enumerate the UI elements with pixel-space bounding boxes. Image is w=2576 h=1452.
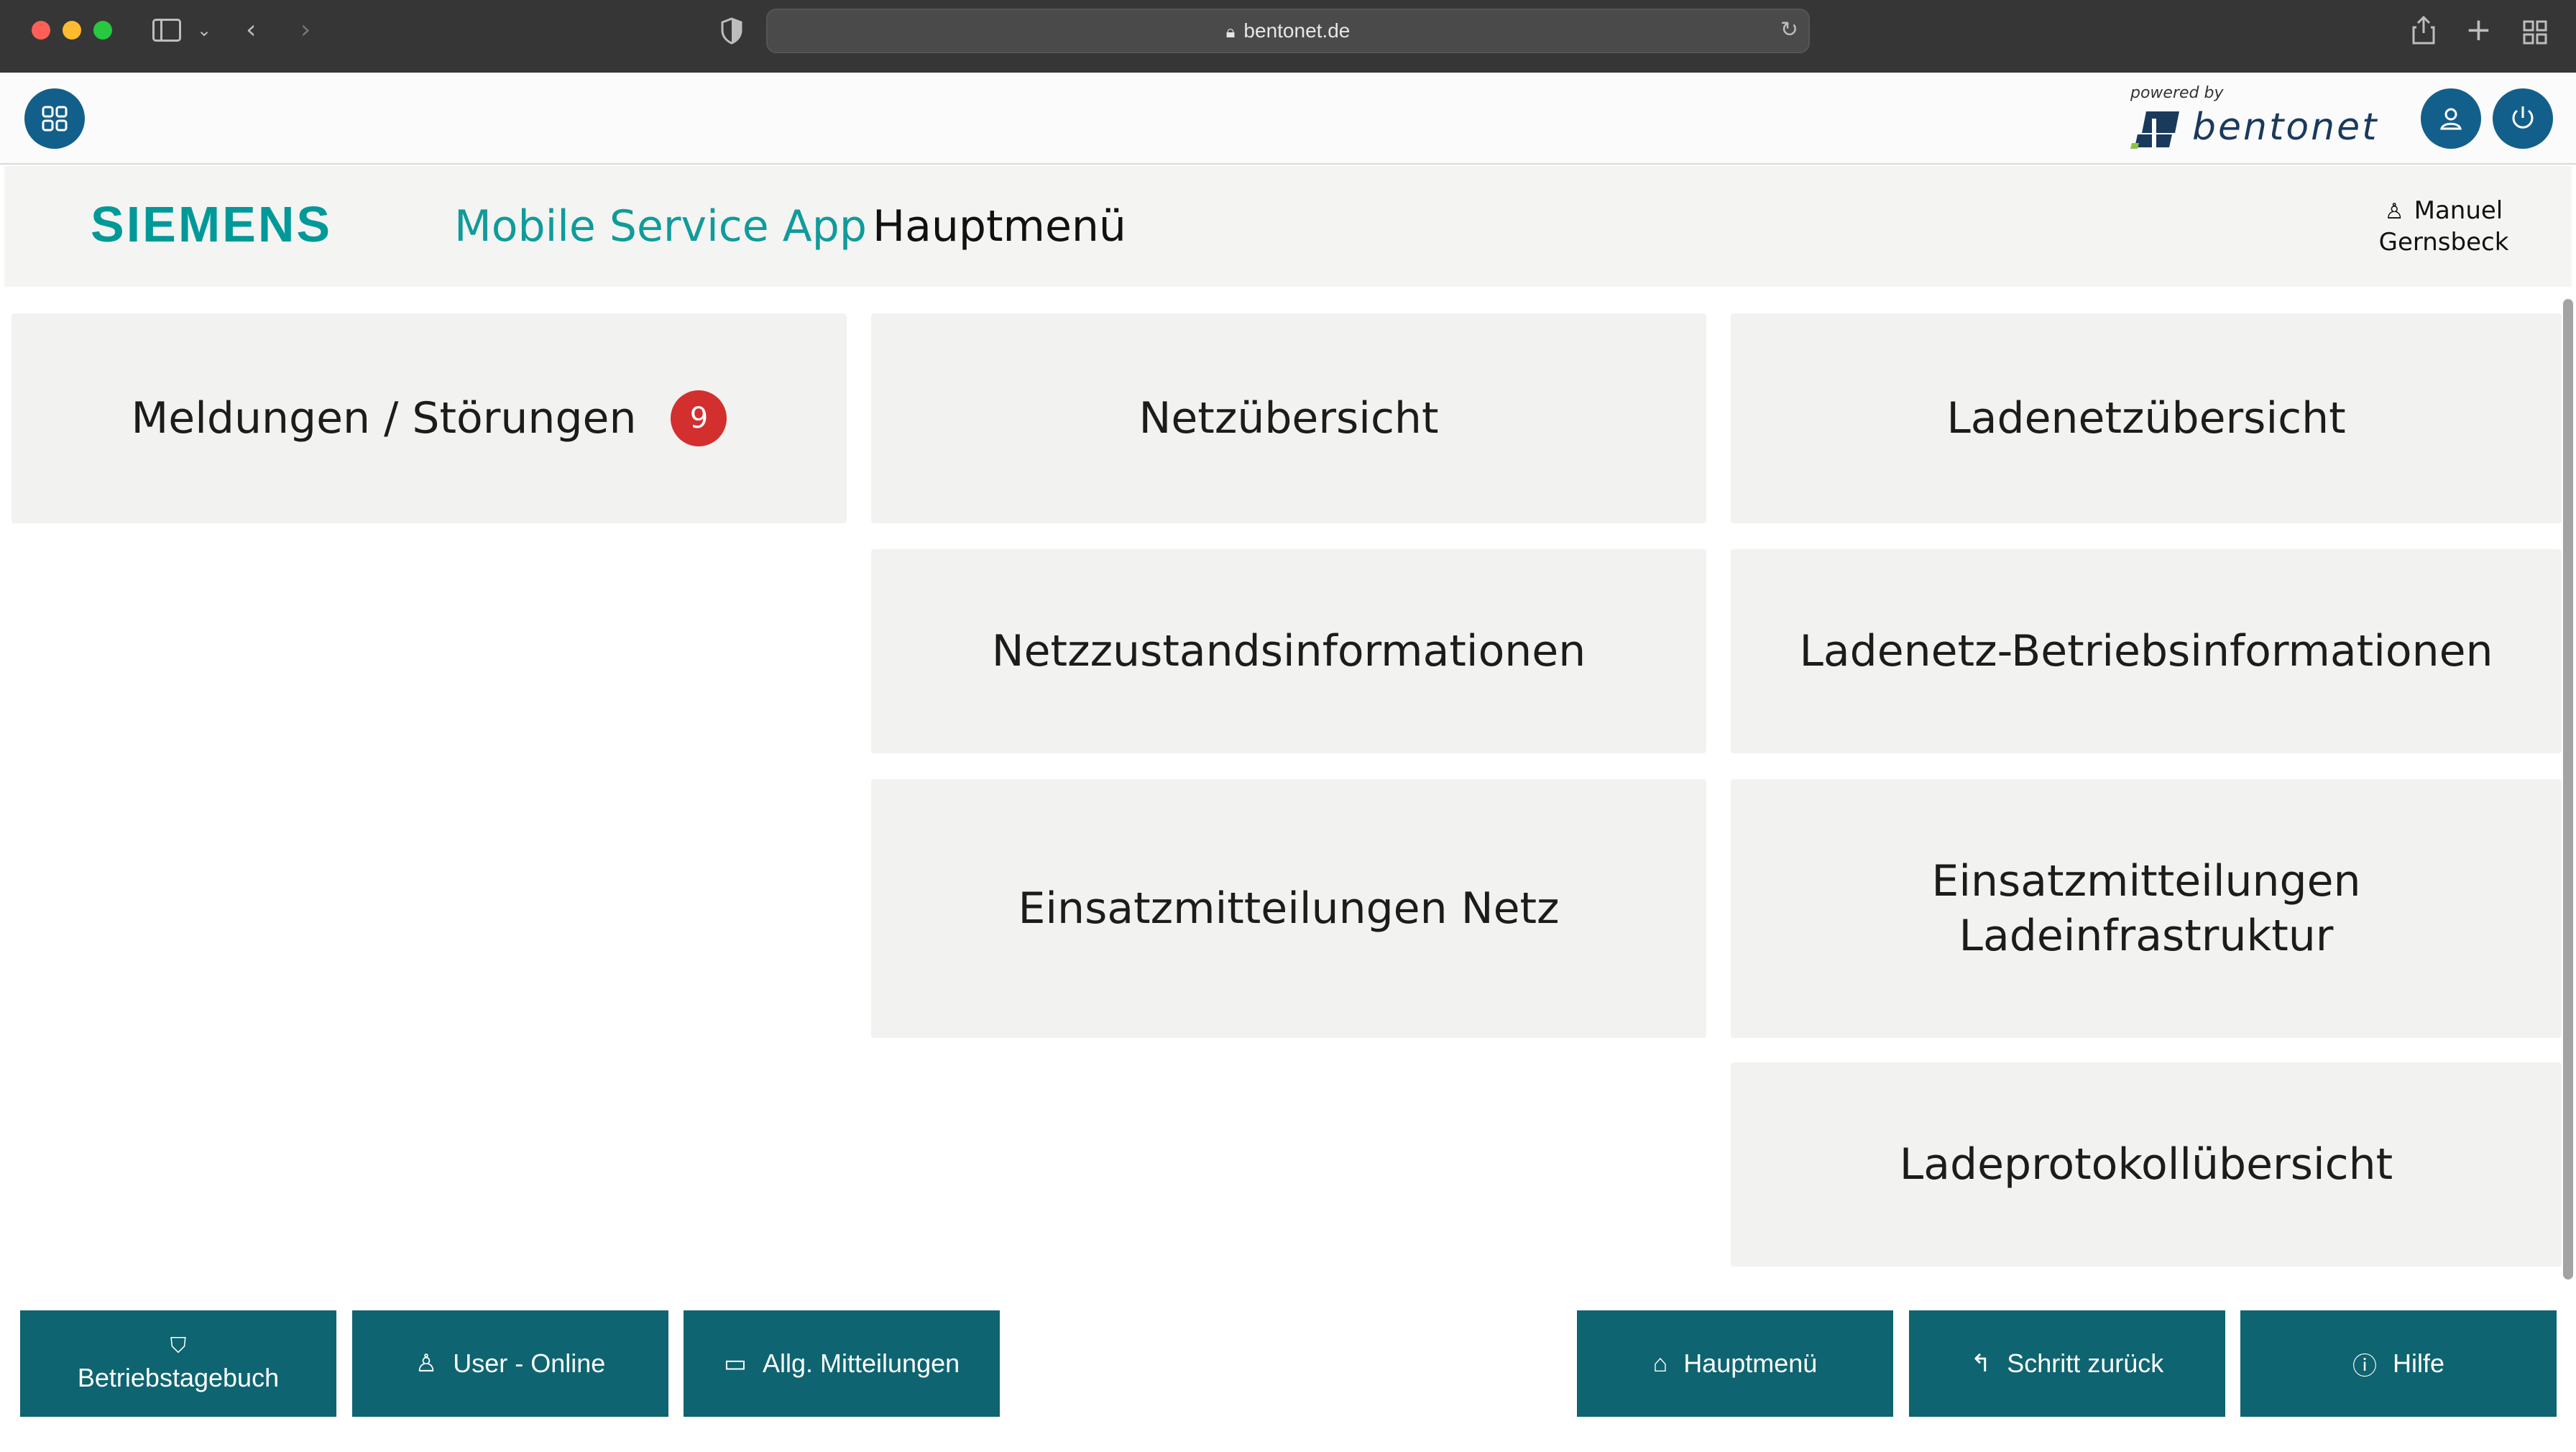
tile-ladeprotokolluebersicht[interactable]: Ladeprotokollübersicht [1731, 1062, 2562, 1267]
lock-icon: 🔒︎ [1225, 22, 1236, 42]
title-bar [4, 166, 2572, 287]
help-circle-icon: ⓘ [2352, 1352, 2377, 1380]
chat-bubble-icon: ▭ [723, 1350, 747, 1377]
chevron-down-icon[interactable]: ⌄ [197, 14, 211, 46]
tile-einsatzmitteilungen-ladeinfrastruktur[interactable]: Einsatzmitteilungen Ladeinfrastruktur [1731, 779, 2562, 1038]
profile-button[interactable] [2421, 88, 2481, 149]
user-icon [2440, 108, 2462, 130]
logout-button[interactable] [2493, 88, 2553, 149]
hauptmenue-button[interactable]: ⌂ Hauptmenü [1577, 1310, 1893, 1417]
bentonet-logo: bentonet [2130, 106, 2418, 152]
tile-meldungen-stoerungen[interactable]: Meldungen / Störungen 9 [12, 313, 847, 523]
power-icon [2512, 106, 2534, 129]
tile-ladenetz-betriebsinformationen[interactable]: Ladenetz-Betriebsinformationen [1731, 549, 2562, 753]
betriebstagebuch-button[interactable]: ⛉ Betriebstagebuch [20, 1310, 336, 1417]
tile-einsatzmitteilungen-netz[interactable]: Einsatzmitteilungen Netz [871, 779, 1706, 1038]
hilfe-button[interactable]: ⓘ Hilfe [2240, 1310, 2557, 1417]
forward-arrow-icon[interactable]: › [300, 14, 310, 46]
current-user[interactable]: ♙ Manuel Gernsbeck [2365, 196, 2523, 257]
close-window-button[interactable] [32, 21, 50, 40]
back-arrow-icon[interactable]: ‹ [246, 14, 256, 46]
return-arrow-icon: ↰ [1970, 1350, 1992, 1377]
apps-grid-icon [42, 106, 68, 132]
apps-grid-button[interactable] [24, 88, 85, 149]
app-header: powered by bentonet [0, 73, 2576, 165]
tile-ladenetzuebersicht[interactable]: Ladenetzübersicht [1731, 313, 2562, 523]
maximize-window-button[interactable] [93, 21, 112, 40]
app-name: Mobile Service App [454, 201, 867, 252]
powered-by-label: powered by [2130, 84, 2224, 102]
plus-icon[interactable]: + [2465, 14, 2492, 46]
minimize-window-button[interactable] [63, 21, 81, 40]
reload-icon[interactable]: ↻ [1780, 14, 1798, 46]
address-bar[interactable]: 🔒︎ bentonet.de ↻ [766, 9, 1810, 53]
page-title: Hauptmenü [873, 201, 1126, 252]
user-outline-icon: ♙ [2384, 199, 2404, 224]
bookmark-icon: ⛉ [170, 1334, 187, 1358]
siemens-logo: SIEMENS [91, 196, 333, 252]
allg-mitteilungen-button[interactable]: ▭ Allg. Mitteilungen [684, 1310, 1000, 1417]
scrollbar[interactable] [2563, 299, 2573, 1279]
shield-icon[interactable] [720, 17, 743, 47]
schritt-zurueck-button[interactable]: ↰ Schritt zurück [1909, 1310, 2225, 1417]
url-text: 🔒︎ bentonet.de [1225, 19, 1351, 42]
notification-count-badge: 9 [671, 390, 727, 446]
tile-netzzustandsinformationen[interactable]: Netzzustandsinformationen [871, 549, 1706, 753]
tile-netzuebersicht[interactable]: Netzübersicht [871, 313, 1706, 523]
browser-toolbar: ⌄ ‹ › 🔒︎ bentonet.de ↻ + [0, 0, 2576, 73]
home-icon: ⌂ [1652, 1349, 1668, 1377]
user-outline-icon: ♙ [415, 1350, 438, 1377]
tabs-grid-icon[interactable] [2523, 20, 2547, 47]
user-online-button[interactable]: ♙ User - Online [352, 1310, 668, 1417]
share-icon[interactable] [2411, 14, 2437, 49]
sidebar-icon[interactable] [152, 19, 181, 42]
